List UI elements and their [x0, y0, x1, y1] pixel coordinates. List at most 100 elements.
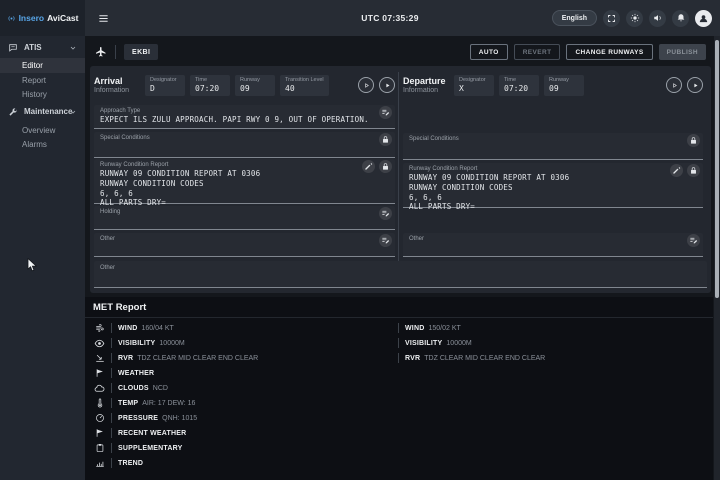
- notifications-button[interactable]: [672, 10, 689, 27]
- departure-play-preview-button[interactable]: [666, 77, 682, 93]
- divider: [111, 413, 112, 423]
- volume-icon: [653, 13, 663, 23]
- brightness-button[interactable]: [626, 10, 643, 27]
- divider: [111, 338, 112, 348]
- met-row-rvr-departure: RVR TDZ CLEAR MID CLEAR END CLEAR: [398, 351, 698, 365]
- edit-note-icon[interactable]: [379, 234, 392, 247]
- broadcast-icon: [7, 14, 16, 23]
- menu-toggle-button[interactable]: [95, 10, 111, 26]
- divider: [111, 398, 112, 408]
- edit-note-icon[interactable]: [379, 106, 392, 119]
- arrival-approach-type-section[interactable]: Approach Type EXPECT ILS ZULU APPROACH. …: [94, 105, 395, 129]
- lock-icon[interactable]: [379, 133, 392, 146]
- pencil-icon[interactable]: [670, 164, 683, 177]
- airplane-icon: [95, 46, 107, 58]
- departure-special-conditions-section[interactable]: Special Conditions: [403, 133, 703, 160]
- departure-subtitle: Information: [403, 87, 449, 94]
- met-row-wind: WIND 160/04 KT: [93, 321, 393, 335]
- arrival-holding-section[interactable]: Holding: [94, 206, 395, 230]
- departure-designator-field[interactable]: Designator X: [454, 75, 494, 96]
- sidebar: ATIS Editor Report History Maintenance O…: [0, 36, 85, 480]
- arrival-play-preview-button[interactable]: [358, 77, 374, 93]
- arrival-transition-level-field[interactable]: Transition Level 40: [280, 75, 329, 96]
- brand-logo: InseroAviCast: [0, 0, 85, 36]
- divider: [398, 338, 399, 348]
- lock-icon[interactable]: [687, 164, 700, 177]
- divider: [111, 443, 112, 453]
- language-button[interactable]: English: [552, 10, 597, 26]
- arrival-header: Arrival Information Designator D Time 07…: [94, 70, 395, 100]
- recent-weather-icon: [93, 428, 106, 438]
- departure-other-section[interactable]: Other: [403, 233, 703, 257]
- arrival-runway-field[interactable]: Runway 09: [235, 75, 275, 96]
- change-runways-button[interactable]: CHANGE RUNWAYS: [566, 44, 652, 60]
- play-outline-icon: [670, 81, 679, 90]
- divider: [111, 323, 112, 333]
- departure-runway-field[interactable]: Runway 09: [544, 75, 584, 96]
- divider: [111, 383, 112, 393]
- lock-icon[interactable]: [379, 160, 392, 173]
- atis-icon: [8, 43, 18, 53]
- weather-icon: [93, 368, 106, 378]
- play-outline-icon: [362, 81, 371, 90]
- topbar: InseroAviCast UTC 07:35:29 English: [0, 0, 720, 36]
- pencil-icon[interactable]: [362, 160, 375, 173]
- account-icon: [698, 13, 709, 24]
- bell-icon: [676, 13, 686, 23]
- maintenance-icon: [8, 107, 18, 117]
- fullscreen-button[interactable]: [603, 10, 620, 27]
- departure-title: Departure: [403, 76, 449, 86]
- visibility-icon: [93, 338, 106, 349]
- arrival-other-section[interactable]: Other: [94, 233, 395, 257]
- arrival-column: Arrival Information Designator D Time 07…: [94, 66, 395, 293]
- edit-note-icon[interactable]: [687, 234, 700, 247]
- chevron-down-icon: [69, 44, 77, 52]
- divider: [111, 353, 112, 363]
- sidebar-item-label: Report: [22, 76, 46, 85]
- account-button[interactable]: [695, 10, 712, 27]
- sidebar-section-maintenance[interactable]: Maintenance: [0, 104, 85, 119]
- airport-bar: EKBI AUTO REVERT CHANGE RUNWAYS PUBLISH: [85, 40, 714, 64]
- arrival-designator-field[interactable]: Designator D: [145, 75, 185, 96]
- edit-note-icon[interactable]: [379, 207, 392, 220]
- brand-suffix: AviCast: [47, 13, 78, 23]
- departure-play-button[interactable]: [687, 77, 703, 93]
- sidebar-section-atis[interactable]: ATIS: [0, 40, 85, 55]
- supplementary-icon: [93, 443, 106, 453]
- departure-runway-condition-report-section[interactable]: Runway Condition Report RUNWAY 09 CONDIT…: [403, 163, 703, 208]
- departure-header: Departure Information Designator X Time …: [403, 70, 703, 100]
- sidebar-item-label: Overview: [22, 126, 55, 135]
- departure-column: Departure Information Designator X Time …: [403, 66, 703, 293]
- arrival-runway-condition-report-section[interactable]: Runway Condition Report RUNWAY 09 CONDIT…: [94, 159, 395, 204]
- departure-time-field[interactable]: Time 07:20: [499, 75, 539, 96]
- publish-button[interactable]: PUBLISH: [659, 44, 706, 60]
- auto-button[interactable]: AUTO: [470, 44, 508, 60]
- met-row-pressure: PRESSURE QNH: 1015: [93, 411, 393, 425]
- other-label: Other: [94, 261, 707, 271]
- arrival-special-conditions-section[interactable]: Special Conditions: [94, 132, 395, 158]
- arrival-time-field[interactable]: Time 07:20: [190, 75, 230, 96]
- sidebar-item-report[interactable]: Report: [0, 73, 85, 88]
- met-row-temp: TEMP AIR: 17 DEW: 16: [93, 396, 393, 410]
- arrival-title: Arrival: [94, 76, 140, 86]
- wind-icon: [93, 323, 106, 333]
- airport-tab-ekbi[interactable]: EKBI: [124, 44, 158, 60]
- sidebar-item-label: Editor: [22, 61, 43, 70]
- arrival-play-button[interactable]: [379, 77, 395, 93]
- volume-button[interactable]: [649, 10, 666, 27]
- pressure-icon: [93, 413, 106, 423]
- met-row-clouds: CLOUDS NCD: [93, 381, 393, 395]
- play-filled-icon: [383, 81, 392, 90]
- sidebar-item-history[interactable]: History: [0, 87, 85, 102]
- other-full-width-section[interactable]: Other: [94, 261, 707, 288]
- sidebar-item-overview[interactable]: Overview: [0, 123, 85, 138]
- divider: [115, 45, 116, 59]
- scrollbar-thumb[interactable]: [715, 40, 719, 298]
- sidebar-item-editor[interactable]: Editor: [0, 58, 85, 73]
- lock-icon[interactable]: [687, 134, 700, 147]
- sidebar-item-alarms[interactable]: Alarms: [0, 137, 85, 152]
- fullscreen-icon: [607, 14, 616, 23]
- revert-button[interactable]: REVERT: [514, 44, 561, 60]
- play-filled-icon: [691, 81, 700, 90]
- trend-icon: [93, 458, 106, 468]
